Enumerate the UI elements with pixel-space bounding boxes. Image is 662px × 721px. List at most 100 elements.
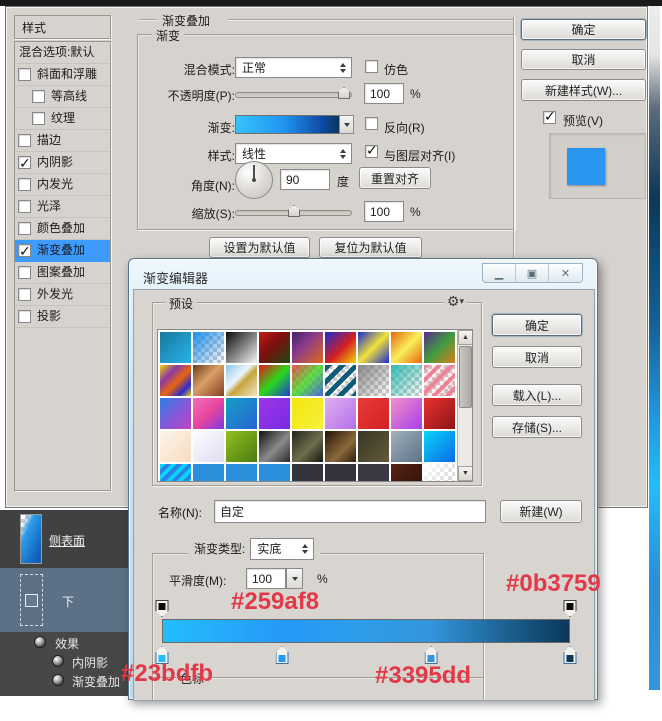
load-button[interactable]: 载入(L)... [492,384,582,406]
styles-list-item[interactable]: 内发光 [15,174,110,196]
style-enable-checkbox[interactable] [32,112,45,125]
layer-row-selected[interactable]: 下 [0,568,130,632]
gradient-preview[interactable] [235,115,340,134]
name-input[interactable]: 自定 [214,500,486,523]
spinner-arrows-icon[interactable] [302,544,308,554]
scroll-down-button[interactable]: ▼ [458,466,473,481]
smoothness-dropdown-button[interactable] [286,568,303,589]
scrollbar[interactable]: ▲ ▼ [457,330,472,481]
gradient-preset-swatch[interactable] [423,397,456,430]
gradient-type-select[interactable]: 实底 [250,538,314,560]
gradient-preset-swatch[interactable] [291,397,324,430]
gradient-preset-swatch[interactable] [324,331,357,364]
style-enable-checkbox[interactable] [18,266,31,279]
visibility-eye-icon[interactable] [34,636,46,648]
gradient-preset-swatch[interactable] [423,463,456,482]
styles-list-item[interactable]: 外发光 [15,284,110,306]
angle-input[interactable]: 90 [280,169,330,190]
blend-mode-select[interactable]: 正常 [235,57,352,78]
gradient-preset-swatch[interactable] [390,331,423,364]
color-stop[interactable] [564,646,577,664]
ge-cancel-button[interactable]: 取消 [492,346,582,368]
gradient-preset-swatch[interactable] [192,463,225,482]
new-gradient-button[interactable]: 新建(W) [500,500,582,523]
gradient-preset-swatch[interactable] [225,463,258,482]
styles-list-item[interactable]: 光泽 [15,196,110,218]
smoothness-input[interactable]: 100 [246,568,286,589]
style-enable-checkbox[interactable] [18,200,31,213]
gradient-preset-swatch[interactable] [324,463,357,482]
gradient-preset-swatch[interactable] [357,331,390,364]
gradient-dropdown-button[interactable] [339,115,354,134]
gradient-preset-swatch[interactable] [324,364,357,397]
styles-list-item[interactable]: 内阴影 [15,152,110,174]
gradient-preset-swatch[interactable] [258,331,291,364]
gradient-preset-swatch[interactable] [192,331,225,364]
gradient-preset-swatch[interactable] [423,331,456,364]
gradient-preset-swatch[interactable] [423,430,456,463]
gradient-preset-swatch[interactable] [258,463,291,482]
gradient-preset-swatch[interactable] [390,397,423,430]
styles-list-item[interactable]: 渐变叠加 [15,240,110,262]
spinner-arrows-icon[interactable] [340,149,346,159]
layer-name[interactable]: 下 [62,593,74,610]
opacity-slider[interactable] [235,92,352,98]
gradient-preset-swatch[interactable] [192,397,225,430]
styles-list-item[interactable]: 描边 [15,130,110,152]
gradient-preset-swatch[interactable] [225,364,258,397]
opacity-stop[interactable] [564,600,577,617]
style-enable-checkbox[interactable] [18,310,31,323]
style-enable-checkbox[interactable] [32,90,45,103]
gradient-preset-swatch[interactable] [357,463,390,482]
cancel-button[interactable]: 取消 [521,49,646,70]
gradient-preset-swatch[interactable] [357,430,390,463]
style-enable-checkbox[interactable] [18,156,31,169]
gradient-preset-swatch[interactable] [291,463,324,482]
gradient-preset-swatch[interactable] [225,430,258,463]
reverse-checkbox[interactable] [365,117,378,130]
styles-list-item[interactable]: 斜面和浮雕 [15,64,110,86]
gradient-preset-swatch[interactable] [357,364,390,397]
gradient-preset-swatch[interactable] [192,430,225,463]
gradient-preset-swatch[interactable] [225,397,258,430]
gear-menu-icon[interactable]: ⚙▾ [444,293,467,310]
style-enable-checkbox[interactable] [18,134,31,147]
visibility-eye-icon[interactable] [52,674,64,686]
gradient-preset-swatch[interactable] [192,364,225,397]
styles-list-item[interactable]: 纹理 [15,108,110,130]
opacity-slider-thumb[interactable] [338,87,350,99]
reset-align-button[interactable]: 重置对齐 [359,167,431,189]
layer-row[interactable]: 侧表面 [0,510,130,568]
gradient-preset-swatch[interactable] [258,364,291,397]
gradient-preset-swatch[interactable] [258,430,291,463]
styles-list-item[interactable]: 投影 [15,306,110,328]
ge-ok-button[interactable]: 确定 [492,314,582,336]
gradient-preset-swatch[interactable] [291,364,324,397]
gradient-preset-swatch[interactable] [324,430,357,463]
effect-row[interactable]: 渐变叠加 [0,670,130,689]
styles-list-item[interactable]: 图案叠加 [15,262,110,284]
scale-input[interactable]: 100 [364,201,404,222]
gradient-preset-swatch[interactable] [159,430,192,463]
opacity-input[interactable]: 100 [364,83,404,104]
effect-row[interactable]: 效果 [0,632,130,651]
gradient-preset-swatch[interactable] [390,364,423,397]
gradient-preset-swatch[interactable] [390,430,423,463]
styles-list-item[interactable]: 颜色叠加 [15,218,110,240]
layer-thumbnail[interactable] [20,514,42,564]
effect-row[interactable]: 内阴影 [0,651,130,670]
color-stop[interactable] [276,646,289,664]
gradient-preset-swatch[interactable] [159,397,192,430]
gradient-preset-swatch[interactable] [291,331,324,364]
preview-checkbox[interactable] [543,111,556,124]
set-default-button[interactable]: 设置为默认值 [209,237,310,258]
style-enable-checkbox[interactable] [18,178,31,191]
save-button[interactable]: 存储(S)... [492,416,582,438]
align-layer-checkbox[interactable] [365,145,378,158]
scale-slider-thumb[interactable] [288,205,300,217]
styles-list-item[interactable]: 等高线 [15,86,110,108]
styles-list[interactable]: 混合选项:默认斜面和浮雕等高线纹理描边内阴影内发光光泽颜色叠加渐变叠加图案叠加外… [14,41,111,491]
maximize-button[interactable]: ▣ [516,264,549,282]
gradient-preset-swatch[interactable] [159,463,192,482]
gradient-preset-swatch[interactable] [159,364,192,397]
